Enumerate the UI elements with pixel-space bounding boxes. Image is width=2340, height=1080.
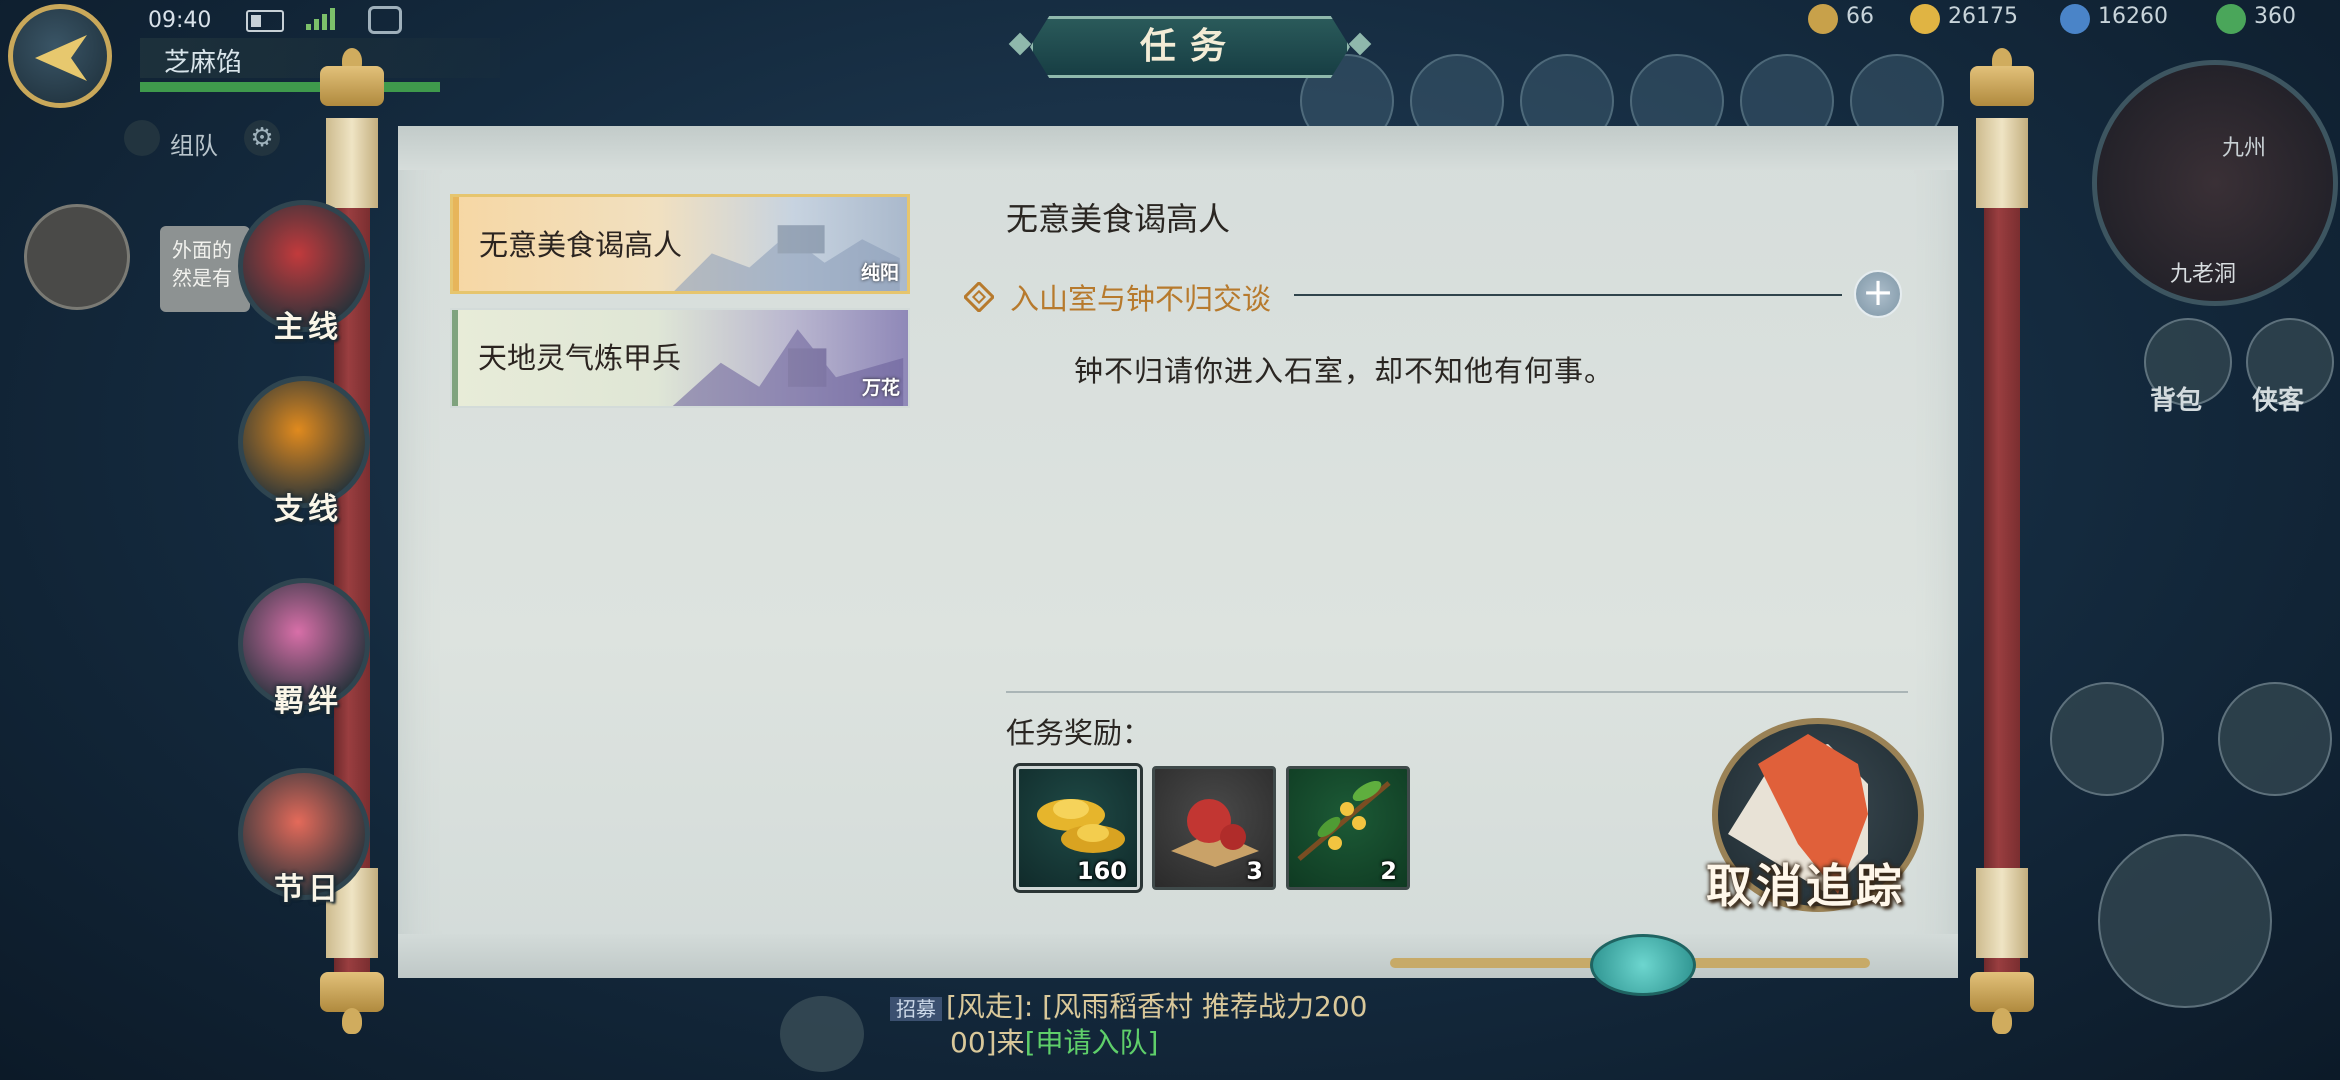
chat-line: [风走]: [风雨稻香村 推荐战力200 [946, 990, 1368, 1023]
gold-ingot-icon [1037, 799, 1125, 853]
minimap-region: 九州 [2222, 136, 2267, 161]
quest-faction-tag: 万花 [861, 377, 900, 399]
resource-jade: 16260 [2098, 4, 2168, 29]
reward-item[interactable]: 160 [1013, 763, 1143, 893]
reward-title: 任务奖励： [1006, 716, 1152, 750]
back-button[interactable] [8, 4, 112, 108]
chat-line: 00]来 [950, 1026, 1025, 1059]
cancel-tracking-label[interactable]: 取消追踪 [1706, 850, 1906, 916]
chat-channel-tag: 招募 [890, 997, 942, 1021]
team-button[interactable]: 组队 [170, 126, 218, 161]
objective-diamond-icon [964, 282, 994, 312]
stamina-icon [2216, 4, 2246, 34]
gear-icon[interactable]: ⚙ [244, 120, 280, 156]
title-ornament [1348, 32, 1372, 56]
reward-count: 160 [1076, 857, 1127, 885]
scroll-roller-right [1966, 48, 2038, 1038]
reward-item[interactable]: 2 [1286, 766, 1410, 890]
ingot-icon [1808, 4, 1838, 34]
hero-label: 侠客 [2252, 386, 2305, 416]
tab-festival-label[interactable]: 节日 [238, 864, 378, 908]
eye-skill-button[interactable] [2218, 682, 2332, 796]
gold-coin-icon [1910, 4, 1940, 34]
quest-name: 无意美食谒高人 [479, 228, 683, 262]
status-time: 09:40 [148, 8, 212, 33]
quest-faction-tag: 纯阳 [860, 262, 899, 284]
resource-ingot: 66 [1846, 4, 1874, 29]
chat-button[interactable] [780, 996, 864, 1072]
quest-detail-title: 无意美食谒高人 [1006, 200, 1231, 238]
attack-button[interactable] [2098, 834, 2272, 1008]
npc-avatar[interactable] [24, 204, 130, 310]
signal-icon [306, 8, 336, 30]
camera-icon[interactable] [368, 6, 402, 34]
resource-stamina: 360 [2254, 4, 2296, 29]
resource-gold: 26175 [1948, 4, 2018, 29]
character-name: 芝麻馅 [164, 48, 243, 78]
apply-join-link[interactable]: [申请入队] [1025, 1026, 1159, 1059]
expand-plus-icon[interactable]: + [1854, 270, 1902, 318]
npc-chat-text: 外面的 然是有 [172, 238, 232, 290]
scroll-edge-top [398, 126, 1958, 170]
world-chat[interactable]: 招募 [风走]: [风雨稻香村 推荐战力200 00]来[申请入队] [890, 990, 1367, 1060]
title-ornament [1008, 32, 1032, 56]
skill-button[interactable] [2050, 682, 2164, 796]
back-arrow-icon [35, 35, 87, 81]
scroll-edge-bottom [398, 934, 1958, 978]
tab-main-story-label[interactable]: 主线 [238, 302, 378, 346]
reward-divider [1006, 691, 1908, 693]
tab-side-quest-label[interactable]: 支线 [238, 484, 378, 528]
tab-bond-label[interactable]: 羁绊 [238, 676, 378, 720]
red-beans-icon [1171, 799, 1259, 867]
reward-count: 2 [1380, 857, 1397, 885]
osmanthus-icon [1297, 780, 1391, 861]
battery-icon [246, 10, 284, 32]
quest-objective[interactable]: 入山室与钟不归交谈 [1010, 276, 1271, 318]
flag-icon[interactable] [124, 120, 160, 156]
jade-coin-icon [2060, 4, 2090, 34]
backpack-label: 背包 [2150, 386, 2203, 416]
health-bar [140, 82, 440, 92]
objective-divider [1294, 294, 1842, 296]
minimap-location: 九老洞 [2170, 262, 2237, 287]
quest-name: 天地灵气炼甲兵 [478, 341, 682, 375]
reward-count: 3 [1246, 857, 1263, 885]
window-title: 任务 [1139, 26, 1240, 67]
quest-list-item-selected[interactable]: 无意美食谒高人 纯阳 [450, 194, 910, 294]
jade-pendant-icon [1590, 934, 1696, 996]
quest-description: 钟不归请你进入石室，却不知他有何事。 [1074, 354, 1615, 388]
quest-list-item[interactable]: 天地灵气炼甲兵 万花 [450, 308, 910, 408]
reward-item[interactable]: 3 [1152, 766, 1276, 890]
